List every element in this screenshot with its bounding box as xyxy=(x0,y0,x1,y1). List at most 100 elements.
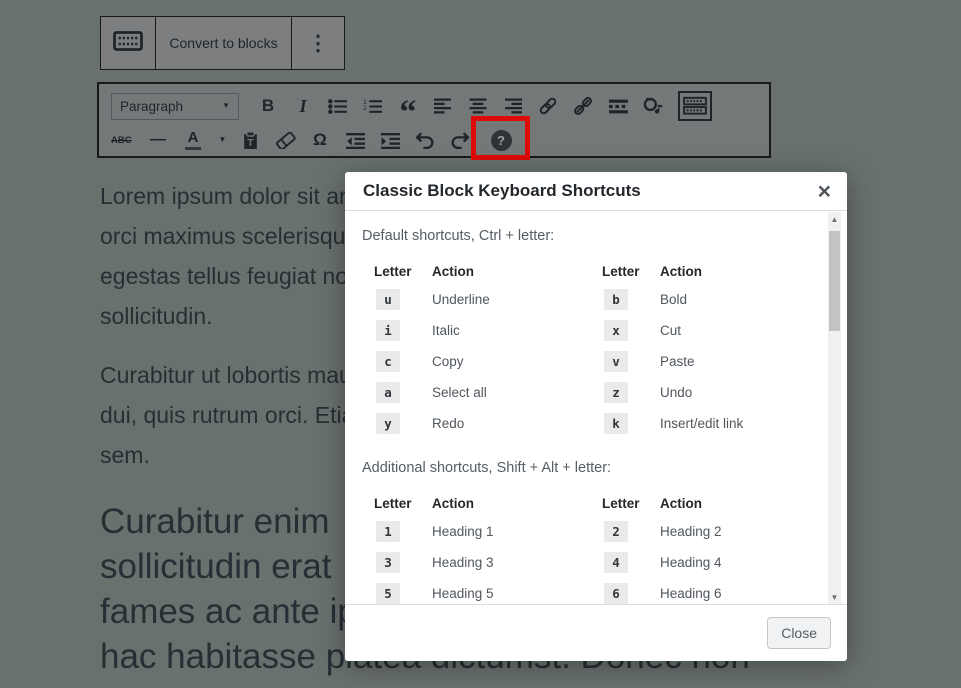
scroll-up-icon[interactable]: ▲ xyxy=(828,212,841,226)
shortcut-action: Paste xyxy=(660,354,695,369)
close-button[interactable]: Close xyxy=(767,616,831,649)
paste-as-text-button[interactable]: T xyxy=(238,127,262,153)
align-right-button[interactable] xyxy=(501,93,525,119)
bullet-list-icon xyxy=(328,98,348,115)
svg-text:2: 2 xyxy=(363,105,367,112)
shortcut-key: 1 xyxy=(374,516,432,547)
column-header-letter: Letter xyxy=(374,496,412,511)
bold-icon: B xyxy=(261,96,275,115)
shortcut-action: Heading 4 xyxy=(660,555,722,570)
default-shortcuts-section: Default shortcuts, Ctrl + letter: Letter… xyxy=(362,228,801,439)
modal-scrollbar[interactable]: ▲ ▼ xyxy=(828,212,841,604)
keyboard-shortcuts-modal: Classic Block Keyboard Shortcuts × Defau… xyxy=(345,172,847,661)
align-center-button[interactable] xyxy=(466,93,490,119)
help-question-mark: ? xyxy=(497,132,505,148)
shortcut-key: v xyxy=(602,346,660,377)
additional-shortcuts-section: Additional shortcuts, Shift + Alt + lett… xyxy=(362,460,801,604)
paragraph-select-value: Paragraph xyxy=(120,98,184,114)
outdent-icon xyxy=(345,132,365,149)
keyboard-icon xyxy=(113,30,143,56)
shortcut-key: c xyxy=(374,346,432,377)
more-tag-icon xyxy=(608,99,628,114)
ellipsis-vertical-icon: ⋮ xyxy=(307,31,329,55)
paste-as-text-icon: T xyxy=(242,130,259,150)
text-color-icon: A xyxy=(185,130,201,150)
text-color-dropdown-button[interactable]: ▼ xyxy=(216,127,229,153)
shortcut-key: z xyxy=(602,377,660,408)
text-color-swatch xyxy=(185,146,201,150)
italic-icon: I xyxy=(299,95,307,116)
shortcut-action: Heading 6 xyxy=(660,586,722,601)
bold-button[interactable]: B xyxy=(256,93,280,119)
align-left-icon xyxy=(434,98,452,114)
shortcut-action: Redo xyxy=(432,416,465,431)
modal-body: Default shortcuts, Ctrl + letter: Letter… xyxy=(345,211,847,604)
section-label: Additional shortcuts, Shift + Alt + lett… xyxy=(362,460,612,476)
shortcut-action: Copy xyxy=(432,354,464,369)
column-header-letter: Letter xyxy=(374,264,412,279)
outdent-button[interactable] xyxy=(343,127,367,153)
shortcut-action: Heading 2 xyxy=(660,524,722,539)
toolbar-toggle-button[interactable] xyxy=(678,91,712,121)
paragraph-style-select[interactable]: Paragraph ▼ xyxy=(111,92,239,120)
modal-header: Classic Block Keyboard Shortcuts × xyxy=(345,172,847,211)
convert-to-blocks-button[interactable]: Convert to blocks xyxy=(155,17,291,69)
text-color-button[interactable]: A xyxy=(181,127,205,153)
toolbar-row-2: ABC — A ▼ T Ω ? xyxy=(111,116,769,160)
shortcut-key: y xyxy=(374,408,432,439)
text-color-letter: A xyxy=(187,129,199,146)
strikethrough-icon: ABC xyxy=(111,134,132,146)
shortcut-action: Insert/edit link xyxy=(660,416,744,431)
blockquote-button[interactable]: “ xyxy=(396,93,420,130)
undo-button[interactable] xyxy=(413,127,437,153)
numbered-list-button[interactable]: 12 xyxy=(361,93,385,119)
insert-link-button[interactable] xyxy=(536,93,560,119)
unlink-icon xyxy=(573,96,593,116)
omega-icon: Ω xyxy=(313,130,327,149)
align-center-icon xyxy=(469,98,487,114)
block-toolbar: Convert to blocks ⋮ xyxy=(100,16,345,70)
italic-button[interactable]: I xyxy=(291,93,315,119)
shortcut-action: Bold xyxy=(660,292,688,307)
bullet-list-button[interactable] xyxy=(326,93,350,119)
svg-text:T: T xyxy=(247,136,254,148)
close-icon[interactable]: × xyxy=(818,179,831,203)
chevron-down-icon: ▼ xyxy=(218,135,227,144)
keyboard-shortcuts-help-button[interactable]: ? xyxy=(471,116,530,160)
shortcut-key: b xyxy=(602,284,660,315)
block-options-button[interactable]: ⋮ xyxy=(291,17,344,69)
align-left-button[interactable] xyxy=(431,93,455,119)
modal-footer: Close xyxy=(345,604,847,660)
modal-title: Classic Block Keyboard Shortcuts xyxy=(363,181,641,200)
toolbar-toggle-icon xyxy=(683,96,707,116)
add-media-button[interactable] xyxy=(641,93,665,119)
column-header-action: Action xyxy=(432,496,474,511)
shortcut-key: u xyxy=(374,284,432,315)
special-character-button[interactable]: Ω xyxy=(308,127,332,153)
redo-icon xyxy=(450,131,470,149)
horizontal-rule-button[interactable]: — xyxy=(146,127,170,153)
eraser-icon xyxy=(275,131,296,149)
link-icon xyxy=(538,96,558,116)
shortcut-key: 2 xyxy=(602,516,660,547)
shortcut-action: Underline xyxy=(432,292,490,307)
scroll-down-icon[interactable]: ▼ xyxy=(828,590,841,604)
shortcut-action: Italic xyxy=(432,323,460,338)
strikethrough-button[interactable]: ABC xyxy=(111,127,135,153)
chevron-down-icon: ▼ xyxy=(222,101,230,110)
read-more-button[interactable] xyxy=(606,93,630,119)
indent-icon xyxy=(380,132,400,149)
redo-button[interactable] xyxy=(448,127,472,153)
shortcut-action: Undo xyxy=(660,385,693,400)
classic-block-button[interactable] xyxy=(101,17,155,69)
shortcut-key: 3 xyxy=(374,547,432,578)
section-label: Default shortcuts, Ctrl + letter: xyxy=(362,228,555,244)
remove-link-button[interactable] xyxy=(571,93,595,119)
numbered-list-icon: 12 xyxy=(363,98,383,115)
classic-editor-toolbar: Paragraph ▼ B I 12 “ ABC — A ▼ T Ω ? xyxy=(97,82,771,160)
column-header-action: Action xyxy=(660,264,702,279)
indent-button[interactable] xyxy=(378,127,402,153)
scrollbar-thumb[interactable] xyxy=(829,231,840,331)
shortcut-action: Heading 1 xyxy=(432,524,494,539)
clear-formatting-button[interactable] xyxy=(273,127,297,153)
